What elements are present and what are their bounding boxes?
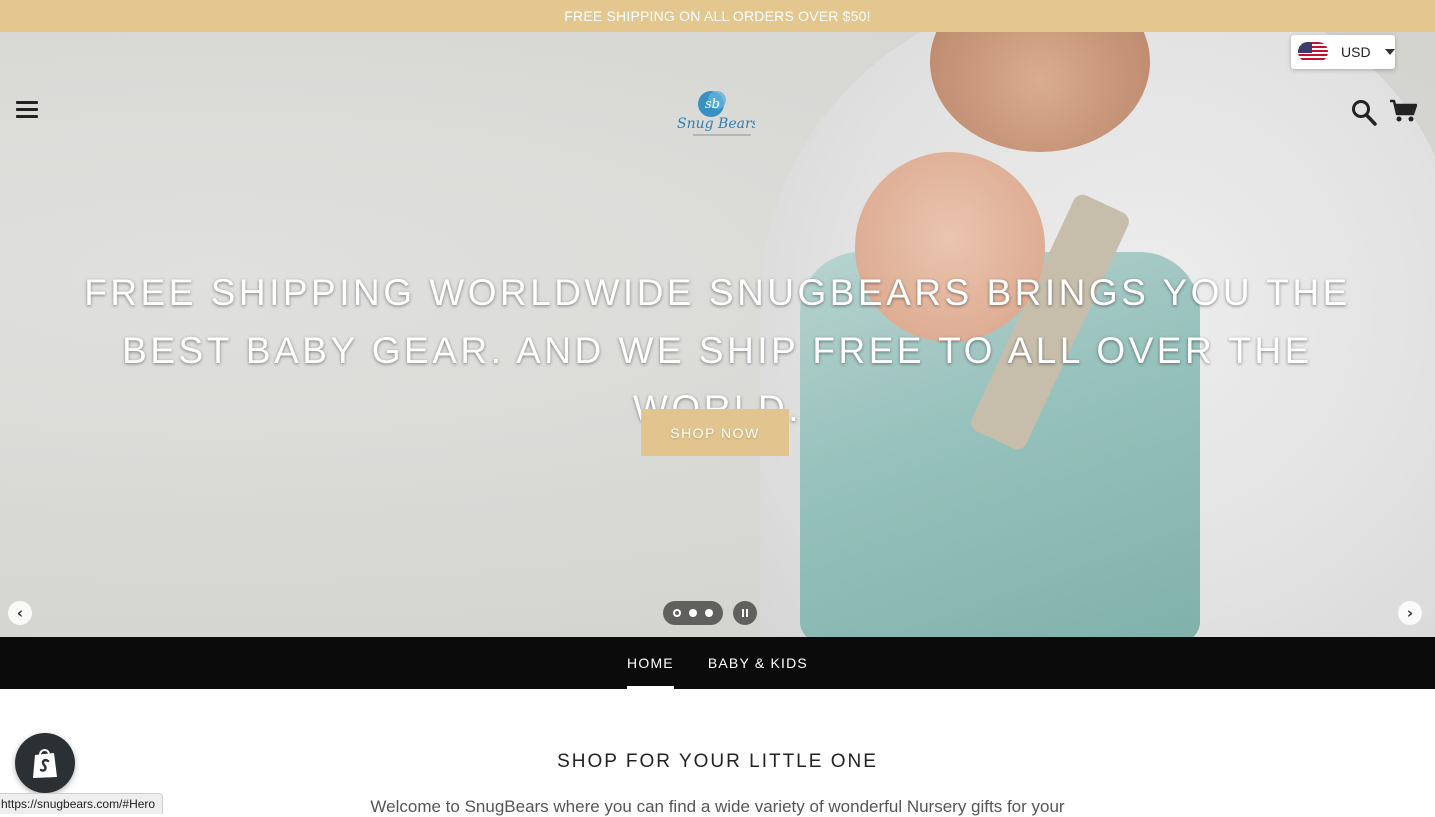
section-title: SHOP FOR YOUR LITTLE ONE — [557, 751, 878, 772]
announcement-text: FREE SHIPPING ON ALL ORDERS OVER $50! — [564, 8, 871, 24]
browser-status-url: https://snugbears.com/#Hero — [0, 793, 164, 814]
nav-item-home[interactable]: HOME — [627, 637, 674, 689]
pause-icon[interactable] — [733, 601, 757, 625]
cart-icon[interactable] — [1389, 99, 1417, 123]
shopify-logo-icon — [33, 749, 57, 778]
slide-dots — [663, 601, 723, 625]
slide-prev-button[interactable]: ‹ — [8, 601, 32, 625]
shop-now-button[interactable]: SHOP NOW — [641, 409, 789, 456]
search-icon[interactable] — [1351, 98, 1377, 126]
nav-item-baby-kids[interactable]: BABY & KIDS — [708, 637, 808, 689]
hamburger-menu-icon[interactable] — [16, 101, 38, 119]
slide-dot-2[interactable] — [689, 609, 697, 617]
us-flag-icon — [1298, 42, 1328, 62]
announcement-bar: FREE SHIPPING ON ALL ORDERS OVER $50! — [0, 0, 1435, 32]
currency-selector[interactable]: USD — [1291, 35, 1395, 69]
slide-next-button[interactable]: › — [1398, 601, 1422, 625]
slide-dot-1[interactable] — [673, 609, 681, 617]
section-intro-text: Welcome to SnugBears where you can find … — [370, 797, 1065, 816]
svg-text:sb: sb — [705, 97, 720, 112]
main-navigation: HOME BABY & KIDS — [0, 637, 1435, 689]
shopify-bag-icon[interactable] — [15, 733, 75, 793]
chevron-down-icon — [1384, 49, 1395, 55]
svg-text:Snug Bears: Snug Bears — [677, 116, 755, 132]
snugbears-logo[interactable]: sb Snug Bears — [675, 86, 755, 141]
slide-dot-3[interactable] — [705, 609, 713, 617]
currency-label: USD — [1341, 44, 1371, 60]
